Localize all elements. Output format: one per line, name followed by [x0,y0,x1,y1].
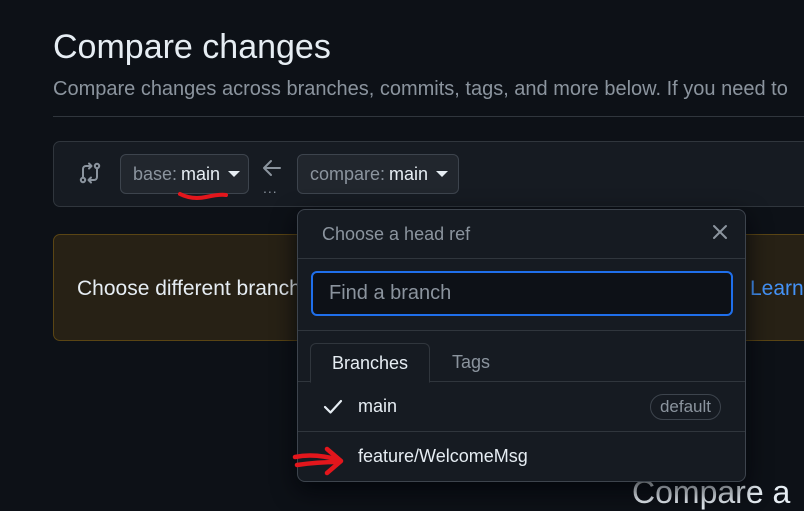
tab-branches[interactable]: Branches [310,343,430,383]
learn-link[interactable]: Learn [750,277,804,301]
check-icon [323,399,343,414]
popover-header: Choose a head ref [298,210,745,259]
ref-name: feature/WelcomeMsg [358,446,528,466]
compare-value: main [389,163,429,184]
default-badge: default [649,394,721,420]
compare-branch-button[interactable]: compare: main [297,154,459,194]
caret-down-icon [436,171,449,177]
range-ellipsis: ... [263,180,278,196]
base-value: main [181,163,221,184]
filter-area [298,259,745,331]
ref-item-feature-welcomemsg[interactable]: feature/WelcomeMsg [298,432,745,481]
compare-prefix: compare: [310,163,386,184]
ref-name: main [358,396,398,416]
git-compare-icon [79,162,101,184]
tab-tags[interactable]: Tags [436,343,506,382]
arrow-left-icon [263,160,281,176]
caret-down-icon [228,171,241,177]
popover-title: Choose a head ref [322,224,471,244]
ref-item-main[interactable]: main default [298,382,745,432]
branch-filter-input[interactable] [311,271,733,316]
flash-text: Choose different branches [77,277,323,300]
red-arrow-annotation [292,446,344,476]
ref-tabs: Branches Tags [298,331,745,383]
ref-list: main default feature/WelcomeMsg [298,382,745,481]
header-divider [53,116,804,117]
close-icon[interactable] [711,223,729,241]
base-prefix: base: [133,163,178,184]
red-underline-annotation [178,192,228,200]
page-title: Compare changes [53,28,331,66]
page-subtitle: Compare changes across branches, commits… [53,78,788,100]
head-ref-popover: Choose a head ref Branches Tags main def… [297,209,746,482]
